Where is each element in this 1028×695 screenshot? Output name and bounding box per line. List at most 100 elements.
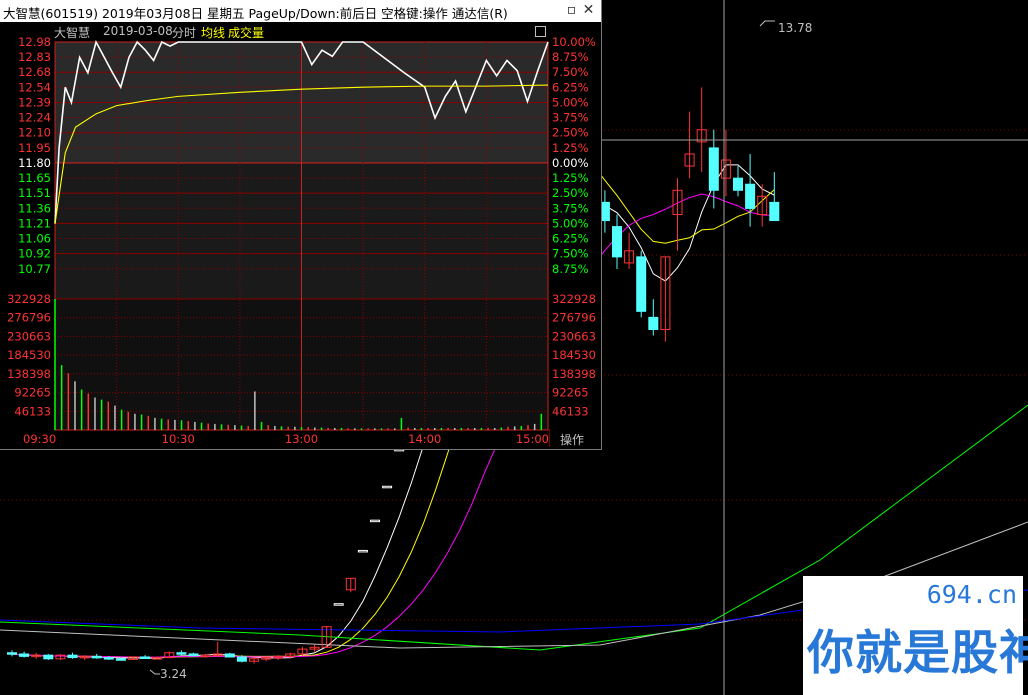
pct-tick: 1.25% (552, 141, 589, 155)
candle-body (224, 653, 235, 658)
candle-body (176, 652, 187, 655)
price-tick: 12.24 (18, 111, 51, 125)
candle-body (382, 485, 393, 489)
candle (612, 214, 622, 269)
price-tick: 11.21 (18, 216, 51, 230)
candle (79, 655, 90, 660)
time-tick: 13:00 (285, 432, 318, 446)
price-tick: 12.98 (18, 35, 51, 49)
time-tick: 10:30 (162, 432, 195, 446)
volume-tick: 276796 (7, 311, 51, 325)
low-price-label: 3.24 (160, 667, 187, 681)
intraday-popup-window[interactable]: 大智慧(601519) 2019年03月08日 星期五 PageUp/Down:… (0, 0, 602, 450)
candle-body (236, 656, 247, 662)
pct-tick: 10.00% (552, 35, 596, 49)
price-tick: 10.77 (18, 262, 51, 276)
candle-body (357, 549, 368, 553)
price-tick: 12.10 (18, 126, 51, 140)
candle-body (636, 256, 647, 312)
pct-tick: 5.00% (552, 95, 589, 109)
candle (309, 644, 320, 652)
candle-body (91, 655, 102, 659)
pct-tick: 7.50% (552, 247, 589, 261)
candle (745, 153, 756, 227)
price-tick: 12.39 (18, 95, 51, 109)
candle (636, 250, 647, 318)
price-tick: 11.80 (18, 156, 51, 170)
price-tick: 11.36 (18, 201, 51, 215)
candle (357, 549, 368, 553)
candle (249, 657, 259, 664)
volume-tick: 322928 (7, 292, 51, 306)
volume-tick: 46133 (552, 404, 589, 418)
candle-body (370, 519, 380, 523)
candle (345, 577, 356, 593)
candle-body (745, 183, 756, 209)
price-tick: 12.68 (18, 65, 51, 79)
candle (43, 653, 54, 660)
candle-body (43, 654, 54, 660)
high-annotation: 13.78 (759, 20, 812, 35)
price-tick: 10.92 (18, 247, 51, 261)
time-tick: 09:30 (23, 432, 56, 446)
candle (684, 111, 695, 179)
candle (55, 653, 66, 660)
candle-body (140, 656, 151, 659)
volume-tick: 46133 (14, 404, 51, 418)
low-annotation: 3.24 (149, 667, 187, 681)
candle (212, 641, 223, 657)
candle-body (733, 177, 743, 191)
candle (733, 166, 743, 197)
price-tick: 11.65 (18, 171, 51, 185)
volume-tick: 92265 (14, 386, 51, 400)
price-tick: 11.06 (18, 232, 51, 246)
candle (91, 653, 102, 659)
candle (333, 603, 344, 606)
volume-tick: 92265 (552, 386, 589, 400)
candle-body (769, 201, 780, 222)
candle (261, 656, 272, 662)
pct-tick: 3.75% (552, 111, 589, 125)
volume-tick: 322928 (552, 292, 596, 306)
candle (67, 652, 78, 659)
candle-body (19, 653, 30, 657)
pct-tick: 2.50% (552, 126, 589, 140)
candle (370, 519, 380, 523)
intraday-chart[interactable]: 12.98 10.00% 12.83 8.75% 12.68 7.50% 12.54 6.25… (0, 0, 601, 449)
action-button[interactable]: 操作 (549, 429, 601, 447)
pct-tick: 6.25% (552, 80, 589, 94)
pct-tick: 0.00% (552, 156, 589, 170)
candle (696, 87, 707, 173)
pct-tick: 7.50% (552, 65, 589, 79)
candle (624, 232, 635, 269)
volume-tick: 276796 (552, 311, 596, 325)
time-tick: 15:00 (516, 432, 549, 446)
candle-body (103, 657, 114, 660)
price-tick: 12.83 (18, 50, 51, 64)
pct-tick: 5.00% (552, 216, 589, 230)
candle-body (333, 603, 344, 606)
volume-tick: 184530 (552, 348, 596, 362)
volume-tick: 230663 (552, 329, 596, 343)
candle (7, 650, 17, 657)
price-tick: 11.95 (18, 141, 51, 155)
high-price-label: 13.78 (778, 21, 812, 35)
candle (648, 299, 659, 336)
volume-tick: 138398 (7, 367, 51, 381)
volume-tick: 138398 (552, 367, 596, 381)
volume-tick: 230663 (7, 329, 51, 343)
pct-tick: 6.25% (552, 232, 589, 246)
watermark-brand: 你就是股神 (807, 626, 1028, 681)
pct-tick: 2.50% (552, 186, 589, 200)
candle (188, 652, 199, 657)
candle (273, 655, 284, 660)
candle (140, 655, 151, 659)
pct-tick: 3.75% (552, 201, 589, 215)
candle-body (648, 316, 659, 330)
candle (708, 129, 719, 209)
action-label: 操作 (560, 433, 585, 447)
candle (176, 650, 187, 656)
candle (164, 651, 175, 659)
candle (19, 651, 30, 658)
candle-body (188, 653, 199, 657)
